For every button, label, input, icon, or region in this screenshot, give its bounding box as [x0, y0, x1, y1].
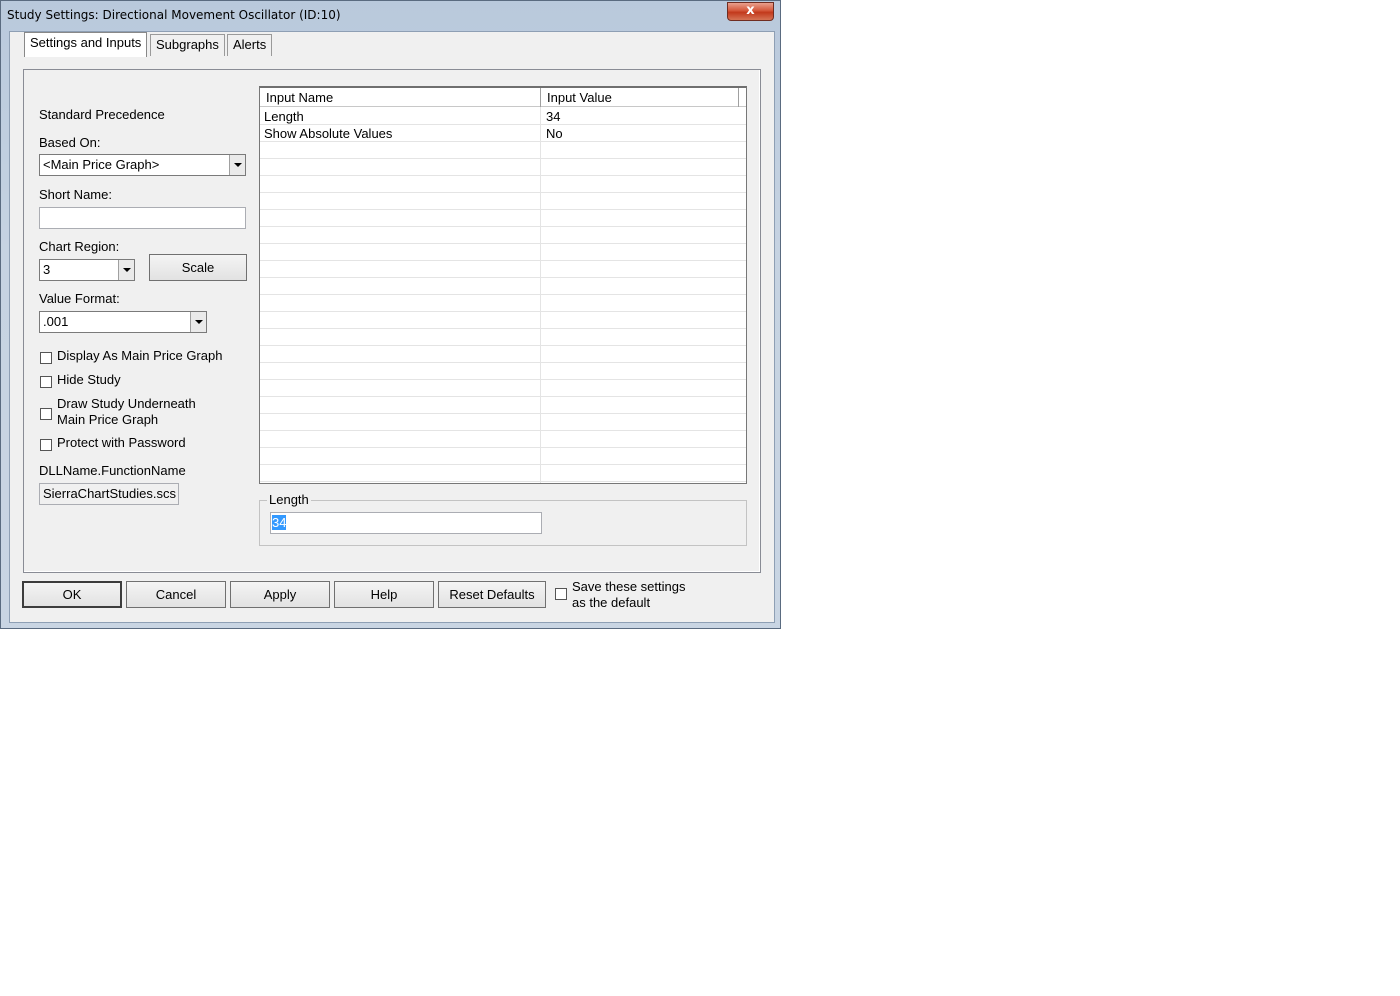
column-header-input-name[interactable]: Input Name [260, 88, 541, 107]
close-icon[interactable]: x [727, 2, 774, 21]
chevron-down-icon[interactable] [229, 155, 245, 175]
input-edit-group: Length 34 [259, 492, 747, 546]
save-default-label: Save these settings [572, 579, 686, 594]
chart-region-select[interactable]: 3 [39, 259, 135, 281]
input-value-editor[interactable]: 34 [270, 512, 542, 534]
apply-button[interactable]: Apply [230, 581, 330, 608]
tab-settings-and-inputs[interactable]: Settings and Inputs [24, 32, 148, 57]
empty-row [260, 363, 746, 380]
empty-row [260, 244, 746, 261]
dll-function-field[interactable]: SierraChartStudies.scs [39, 483, 179, 505]
empty-row [260, 448, 746, 465]
ok-button[interactable]: OK [22, 581, 122, 608]
inputs-grid: Input Name Input Value Length 34 Show Ab… [259, 86, 747, 484]
standard-precedence-label: Standard Precedence [39, 107, 165, 122]
short-name-input[interactable] [39, 207, 246, 229]
input-value-cell[interactable]: No [546, 125, 563, 142]
value-format-select[interactable]: .001 [39, 311, 207, 333]
empty-row [260, 176, 746, 193]
window-title: Study Settings: Directional Movement Osc… [7, 8, 341, 22]
draw-study-underneath-label-line2: Main Price Graph [57, 412, 159, 427]
empty-row [260, 346, 746, 363]
empty-row [260, 261, 746, 278]
based-on-label: Based On: [39, 135, 101, 150]
display-as-main-price-graph-label: Display As Main Price Graph [57, 348, 223, 363]
empty-row [260, 210, 746, 227]
input-value-selected-text: 34 [272, 515, 287, 530]
table-row[interactable]: Length 34 [260, 108, 746, 125]
save-default-label-line2: as the default [572, 595, 651, 610]
draw-study-underneath-label: Draw Study Underneath [57, 396, 196, 411]
input-edit-group-label: Length [267, 492, 311, 507]
input-name-cell: Length [264, 109, 304, 124]
hide-study-checkbox[interactable] [40, 376, 52, 388]
draw-study-underneath-checkbox[interactable] [40, 408, 52, 420]
empty-row [260, 465, 746, 482]
empty-row [260, 397, 746, 414]
empty-row [260, 227, 746, 244]
dll-function-label: DLLName.FunctionName [39, 463, 186, 478]
scale-button[interactable]: Scale [149, 254, 247, 281]
value-format-label: Value Format: [39, 291, 120, 306]
empty-row [260, 159, 746, 176]
grid-header: Input Name Input Value [260, 88, 746, 107]
chart-region-value: 3 [43, 262, 51, 277]
help-button[interactable]: Help [334, 581, 434, 608]
column-header-input-value[interactable]: Input Value [541, 88, 739, 107]
title-bar[interactable]: Study Settings: Directional Movement Osc… [1, 1, 780, 30]
dialog-client: Settings and Inputs Subgraphs Alerts Sta… [9, 31, 775, 623]
empty-row [260, 142, 746, 159]
empty-row [260, 414, 746, 431]
empty-row [260, 329, 746, 346]
empty-row [260, 295, 746, 312]
input-value-cell[interactable]: 34 [546, 108, 560, 125]
table-row[interactable]: Show Absolute Values No [260, 125, 746, 142]
chevron-down-icon[interactable] [190, 312, 206, 332]
empty-row [260, 312, 746, 329]
tab-alerts[interactable]: Alerts [227, 34, 273, 56]
input-name-cell: Show Absolute Values [264, 126, 393, 141]
cancel-button[interactable]: Cancel [126, 581, 226, 608]
empty-row [260, 431, 746, 448]
reset-defaults-button[interactable]: Reset Defaults [438, 581, 546, 608]
study-settings-window: Study Settings: Directional Movement Osc… [0, 0, 781, 629]
display-as-main-price-graph-checkbox[interactable] [40, 352, 52, 364]
based-on-value: <Main Price Graph> [43, 157, 160, 172]
tab-subgraphs[interactable]: Subgraphs [150, 34, 225, 56]
settings-panel: Standard Precedence Based On: <Main Pric… [23, 69, 761, 573]
chart-region-label: Chart Region: [39, 239, 120, 254]
protect-with-password-label: Protect with Password [57, 435, 186, 450]
empty-row [260, 193, 746, 210]
protect-with-password-checkbox[interactable] [40, 439, 52, 451]
hide-study-label: Hide Study [57, 372, 121, 387]
save-default-checkbox[interactable] [555, 588, 567, 600]
empty-row [260, 380, 746, 397]
empty-row [260, 278, 746, 295]
short-name-label: Short Name: [39, 187, 112, 202]
chevron-down-icon[interactable] [118, 260, 134, 280]
value-format-value: .001 [43, 314, 69, 329]
based-on-select[interactable]: <Main Price Graph> [39, 154, 246, 176]
